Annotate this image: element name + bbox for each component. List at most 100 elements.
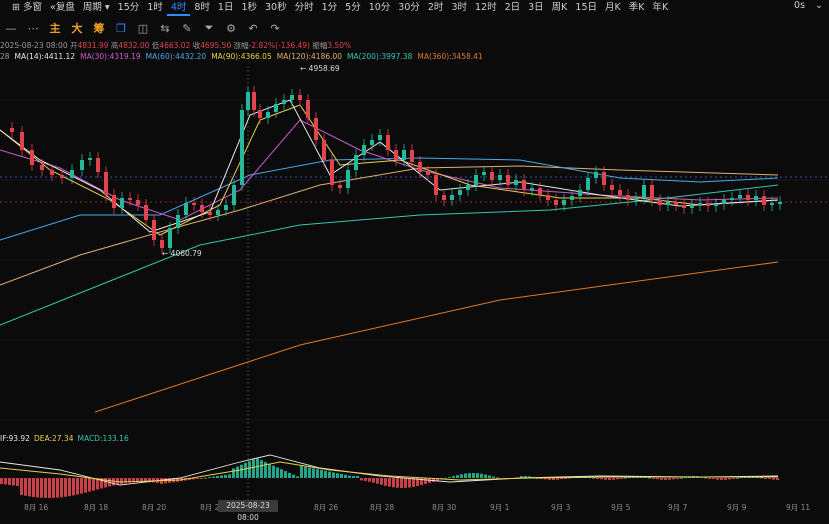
candle-body: [698, 203, 702, 205]
macd-bar: [284, 471, 287, 478]
macd-bar: [724, 478, 727, 480]
macd-bar: [596, 478, 599, 479]
candle-body: [144, 205, 148, 220]
macd-legend: IF:93.92 DEA:27.34 MACD:133.16: [0, 434, 133, 443]
candle-body: [418, 162, 422, 172]
macd-legend-item: MACD:133.16: [77, 434, 129, 443]
macd-bar: [380, 478, 383, 485]
candle-body: [160, 240, 164, 248]
candle-body: [458, 190, 462, 195]
macd-bar: [736, 477, 739, 479]
candle-body: [224, 205, 228, 210]
candle-body: [354, 155, 358, 170]
macd-bar: [40, 478, 43, 498]
candle-body: [314, 118, 318, 140]
macd-bar: [484, 474, 487, 478]
macd-bar: [204, 477, 207, 479]
macd-bar: [660, 478, 663, 480]
macd-bar: [564, 478, 567, 479]
macd-bar: [300, 466, 303, 478]
candle-body: [426, 172, 430, 175]
candle-body: [168, 228, 172, 248]
candle-body: [104, 172, 108, 195]
macd-bar: [624, 477, 627, 479]
x-axis-label: 9月 7: [668, 503, 688, 512]
macd-bar: [316, 469, 319, 478]
macd-bar: [776, 478, 779, 480]
macd-bar: [408, 478, 411, 488]
macd-bar: [20, 478, 23, 495]
crosshair-date-label: 2025-08-23 08:00: [218, 500, 278, 522]
macd-bar: [236, 466, 239, 478]
candle-body: [240, 110, 244, 185]
macd-bar: [280, 469, 283, 478]
macd-bar: [648, 477, 651, 479]
macd-bar: [672, 478, 675, 480]
candle-body: [762, 196, 766, 205]
candle-body: [514, 180, 518, 185]
chart-grid: [0, 99, 829, 421]
macd-bar: [548, 478, 551, 480]
macd-bar: [468, 473, 471, 478]
macd-bar: [764, 478, 767, 479]
macd-bar: [720, 478, 723, 480]
macd-bar: [556, 478, 559, 480]
macd-bar: [704, 477, 707, 479]
macd-bar: [212, 476, 215, 478]
x-axis-label: 8月 2: [200, 503, 220, 512]
candle-body: [674, 202, 678, 205]
macd-bar: [84, 478, 87, 493]
macd-bar: [152, 478, 155, 483]
candle-body: [298, 95, 302, 100]
macd-bar: [0, 478, 3, 484]
macd-bar: [76, 478, 79, 495]
macd-bar: [16, 478, 19, 487]
candle-body: [546, 195, 550, 200]
macd-bar: [668, 478, 671, 480]
macd-bar: [708, 478, 711, 479]
macd-bar: [732, 478, 735, 479]
macd-bar: [308, 467, 311, 478]
macd-bar: [68, 478, 71, 497]
candle-body: [96, 158, 100, 172]
macd-bar: [728, 478, 731, 480]
macd-legend-item: IF:93.92: [0, 434, 30, 443]
candle-body: [50, 170, 54, 175]
candle-body: [498, 175, 502, 180]
macd-bar: [552, 478, 555, 480]
candle-body: [362, 145, 366, 155]
macd-bar: [676, 478, 679, 479]
macd-bar: [388, 478, 391, 487]
candle-body: [682, 205, 686, 208]
candle-body: [322, 140, 326, 160]
candle-body: [650, 185, 654, 200]
macd-bar: [620, 478, 623, 479]
candle-body: [184, 203, 188, 215]
macd-bar: [220, 475, 223, 478]
x-axis-label: 8月 28: [370, 503, 395, 512]
candle-body: [112, 195, 116, 208]
candle-body: [778, 202, 782, 204]
candle-body: [70, 170, 74, 178]
candlestick-chart[interactable]: [0, 0, 829, 522]
candle-body: [738, 195, 742, 198]
candle-body: [378, 135, 382, 140]
macd-bar: [612, 478, 615, 480]
macd-bar: [772, 478, 775, 480]
macd-histogram: [0, 458, 779, 498]
macd-bar: [716, 478, 719, 480]
macd-bar: [72, 478, 75, 496]
macd-bar: [64, 478, 67, 497]
x-axis-label: 9月 3: [551, 503, 571, 512]
candle-body: [128, 198, 132, 200]
macd-bar: [496, 477, 499, 479]
candle-body: [570, 196, 574, 200]
macd-bar: [464, 473, 467, 478]
macd-bar: [712, 478, 715, 480]
macd-bar: [376, 478, 379, 484]
macd-bar: [60, 478, 63, 498]
macd-bar: [340, 474, 343, 478]
candle-body: [176, 215, 180, 228]
candle-body: [618, 190, 622, 195]
macd-bar: [368, 478, 371, 482]
